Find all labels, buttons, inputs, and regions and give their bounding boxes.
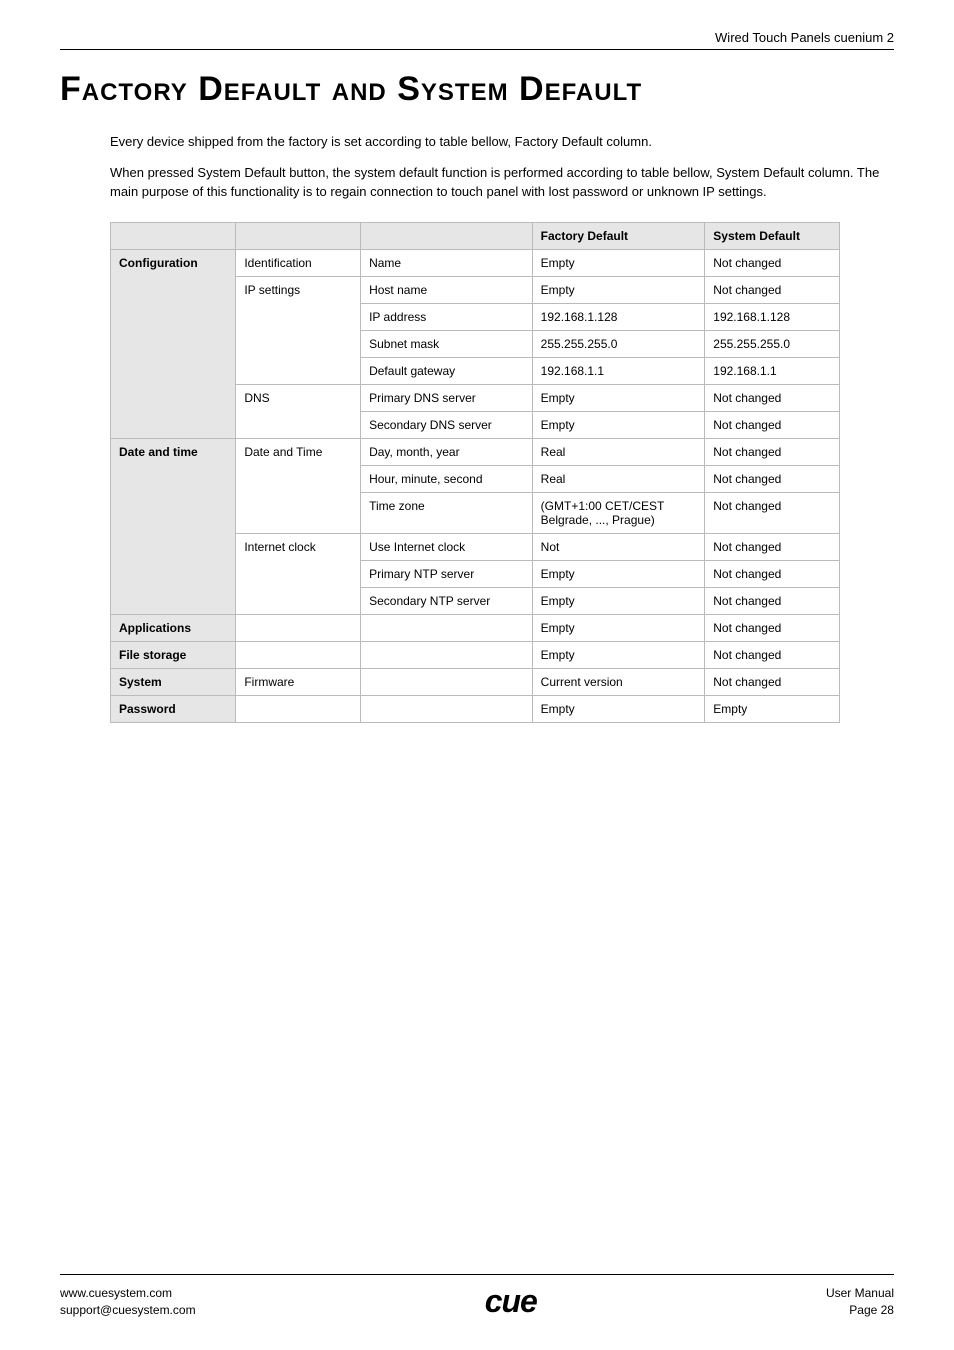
factory-default-cell: Current version (532, 668, 705, 695)
system-default-cell: Not changed (705, 249, 840, 276)
factory-default-cell: Real (532, 465, 705, 492)
item-cell: Host name (361, 276, 533, 303)
item-cell: Name (361, 249, 533, 276)
item-cell: Primary NTP server (361, 560, 533, 587)
group-cell: System (111, 668, 236, 695)
subgroup-cell (236, 695, 361, 722)
system-default-cell: Not changed (705, 384, 840, 411)
item-cell: Use Internet clock (361, 533, 533, 560)
table-row: Applications EmptyNot changed (111, 614, 840, 641)
item-cell: Default gateway (361, 357, 533, 384)
system-default-cell: Empty (705, 695, 840, 722)
system-default-cell: Not changed (705, 641, 840, 668)
system-default-cell: 192.168.1.1 (705, 357, 840, 384)
factory-default-cell: Empty (532, 641, 705, 668)
system-default-cell: Not changed (705, 276, 840, 303)
page-title: Factory Default and System Default (60, 70, 894, 109)
item-cell: IP address (361, 303, 533, 330)
subgroup-cell: Internet clock (236, 533, 361, 614)
subgroup-cell: DNS (236, 384, 361, 438)
system-default-cell: 255.255.255.0 (705, 330, 840, 357)
subgroup-cell: Identification (236, 249, 361, 276)
header-title: Wired Touch Panels cuenium 2 (60, 30, 894, 50)
subgroup-cell: Firmware (236, 668, 361, 695)
item-cell: Time zone (361, 492, 533, 533)
group-cell: Password (111, 695, 236, 722)
factory-default-cell: Empty (532, 276, 705, 303)
footer-logo: cue (485, 1283, 537, 1320)
group-cell: Configuration (111, 249, 236, 438)
system-default-cell: Not changed (705, 560, 840, 587)
intro-paragraph-2: When pressed System Default button, the … (110, 164, 894, 202)
col-header-factory: Factory Default (532, 222, 705, 249)
intro-paragraph-1: Every device shipped from the factory is… (110, 133, 894, 152)
system-default-cell: Not changed (705, 492, 840, 533)
item-cell (361, 695, 533, 722)
item-cell: Secondary NTP server (361, 587, 533, 614)
table-row: ConfigurationIdentificationNameEmptyNot … (111, 249, 840, 276)
factory-default-cell: Empty (532, 560, 705, 587)
system-default-cell: Not changed (705, 465, 840, 492)
item-cell (361, 614, 533, 641)
factory-default-cell: Not (532, 533, 705, 560)
factory-default-cell: Empty (532, 411, 705, 438)
footer-email: support@cuesystem.com (60, 1302, 196, 1319)
group-cell: Applications (111, 614, 236, 641)
system-default-cell: Not changed (705, 587, 840, 614)
subgroup-cell (236, 614, 361, 641)
item-cell: Subnet mask (361, 330, 533, 357)
table-row: Date and timeDate and TimeDay, month, ye… (111, 438, 840, 465)
factory-default-cell: Empty (532, 249, 705, 276)
subgroup-cell: IP settings (236, 276, 361, 384)
col-header-blank2 (236, 222, 361, 249)
factory-default-cell: (GMT+1:00 CET/CEST Belgrade, ..., Prague… (532, 492, 705, 533)
table-row: File storage EmptyNot changed (111, 641, 840, 668)
subgroup-cell (236, 641, 361, 668)
footer-url: www.cuesystem.com (60, 1285, 196, 1302)
item-cell (361, 668, 533, 695)
system-default-cell: 192.168.1.128 (705, 303, 840, 330)
footer-page: Page 28 (826, 1302, 894, 1319)
system-default-cell: Not changed (705, 668, 840, 695)
item-cell: Secondary DNS server (361, 411, 533, 438)
factory-default-cell: 255.255.255.0 (532, 330, 705, 357)
item-cell: Hour, minute, second (361, 465, 533, 492)
item-cell: Primary DNS server (361, 384, 533, 411)
table-row: Password EmptyEmpty (111, 695, 840, 722)
factory-default-cell: Empty (532, 695, 705, 722)
table-row: SystemFirmware Current versionNot changed (111, 668, 840, 695)
page-footer: www.cuesystem.com support@cuesystem.com … (60, 1274, 894, 1320)
col-header-blank3 (361, 222, 533, 249)
defaults-table: Factory Default System Default Configura… (110, 222, 840, 723)
item-cell: Day, month, year (361, 438, 533, 465)
factory-default-cell: Empty (532, 614, 705, 641)
item-cell (361, 641, 533, 668)
col-header-blank1 (111, 222, 236, 249)
factory-default-cell: Real (532, 438, 705, 465)
group-cell: Date and time (111, 438, 236, 614)
system-default-cell: Not changed (705, 438, 840, 465)
table-header-row: Factory Default System Default (111, 222, 840, 249)
factory-default-cell: Empty (532, 587, 705, 614)
footer-manual: User Manual (826, 1285, 894, 1302)
factory-default-cell: Empty (532, 384, 705, 411)
system-default-cell: Not changed (705, 533, 840, 560)
system-default-cell: Not changed (705, 614, 840, 641)
factory-default-cell: 192.168.1.1 (532, 357, 705, 384)
factory-default-cell: 192.168.1.128 (532, 303, 705, 330)
subgroup-cell: Date and Time (236, 438, 361, 533)
system-default-cell: Not changed (705, 411, 840, 438)
group-cell: File storage (111, 641, 236, 668)
col-header-system: System Default (705, 222, 840, 249)
